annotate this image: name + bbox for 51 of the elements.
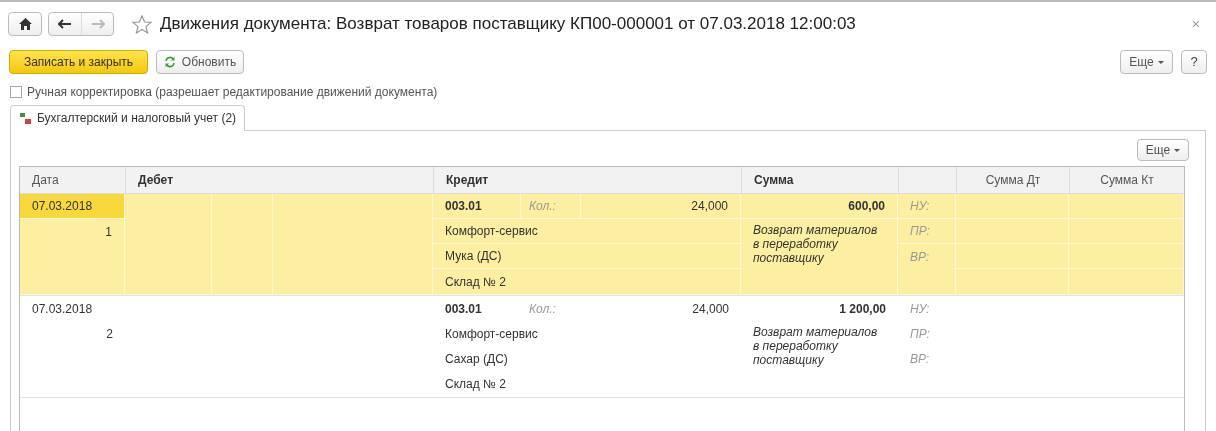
window-title: Движения документа: Возврат товаров поставщику КП00-000001 от 07.03.2018 12:00:03	[160, 13, 856, 36]
quantity-cell-text: 24,000	[692, 300, 729, 318]
quantity-label: Кол.:	[529, 198, 556, 215]
column-header: Сумма	[754, 172, 794, 189]
subconto-cell-text: Склад № 2	[445, 376, 506, 393]
line-number: 1	[105, 224, 112, 241]
column-header: Сумма Дт	[985, 172, 1041, 189]
refresh-button[interactable]: Обновить	[156, 50, 244, 74]
column-header: Дата	[32, 172, 59, 189]
refresh-icon	[163, 56, 176, 68]
tax-label: ПР:	[910, 325, 930, 343]
content-cell: Возврат материалов в переработку поставщику	[753, 223, 878, 265]
home-button[interactable]	[8, 12, 42, 36]
caret-icon	[1174, 148, 1181, 152]
subconto-cell-text: Мука (ДС)	[445, 248, 502, 265]
content-cell: Возврат материалов в переработку поставщику	[753, 325, 878, 367]
home-icon	[18, 18, 32, 30]
account-cell-text: 003.01	[445, 300, 482, 318]
quantity-cell-text: 24,000	[691, 198, 728, 215]
subconto-cell-text: Комфорт-сервис	[445, 223, 538, 240]
account-cell-text: 003.01	[445, 198, 482, 215]
tab[interactable]: Бухгалтерский и налоговый учет (2)	[10, 105, 246, 131]
manual-edit-checkbox[interactable]	[10, 86, 22, 98]
table-row[interactable]: 07.03.2018 1 003.01 Кол.: 24,000 Комфорт-сервис Мука (ДС) Склад № 2 600,00 Возврат материалов в переработку поставщику НУ: ПР: ВР:	[20, 194, 1184, 296]
right-arrow-icon	[90, 19, 105, 29]
line-number: 2	[106, 326, 113, 343]
table-more-button[interactable]: Еще	[1137, 139, 1189, 161]
left-arrow-icon	[58, 19, 72, 29]
amount-cell-text: 600,00	[848, 198, 885, 215]
tax-label: ВР:	[910, 249, 930, 266]
quantity-label: Кол.:	[529, 300, 556, 318]
tax-label: НУ:	[910, 300, 930, 318]
date-cell-text: 07.03.2018	[32, 198, 93, 215]
caret-icon	[1157, 60, 1164, 64]
subconto-cell-text: Склад № 2	[445, 273, 506, 291]
tax-label: ВР:	[910, 351, 930, 368]
checkbox-label: Ручная корректировка (разрешает редактирование движений документа)	[27, 84, 438, 101]
amount-cell-text: 1 200,00	[839, 300, 886, 318]
subconto-cell-text: Сахар (ДС)	[445, 350, 508, 368]
tax-label: ПР:	[910, 223, 930, 240]
tax-label: НУ:	[910, 198, 930, 215]
help-button[interactable]: ?	[1181, 50, 1207, 74]
save-and-close-button[interactable]: Записать и закрыть	[9, 50, 148, 74]
debit-credit-icon	[19, 111, 32, 125]
subconto-cell-text: Комфорт-сервис	[445, 325, 538, 343]
more-button[interactable]: Еще	[1120, 50, 1173, 74]
date-cell-text: 07.03.2018	[32, 300, 93, 318]
column-header: Дебет	[138, 172, 173, 189]
column-header: Кредит	[446, 172, 489, 189]
column-header: Сумма Кт	[1100, 172, 1154, 189]
star-icon[interactable]	[132, 14, 152, 34]
